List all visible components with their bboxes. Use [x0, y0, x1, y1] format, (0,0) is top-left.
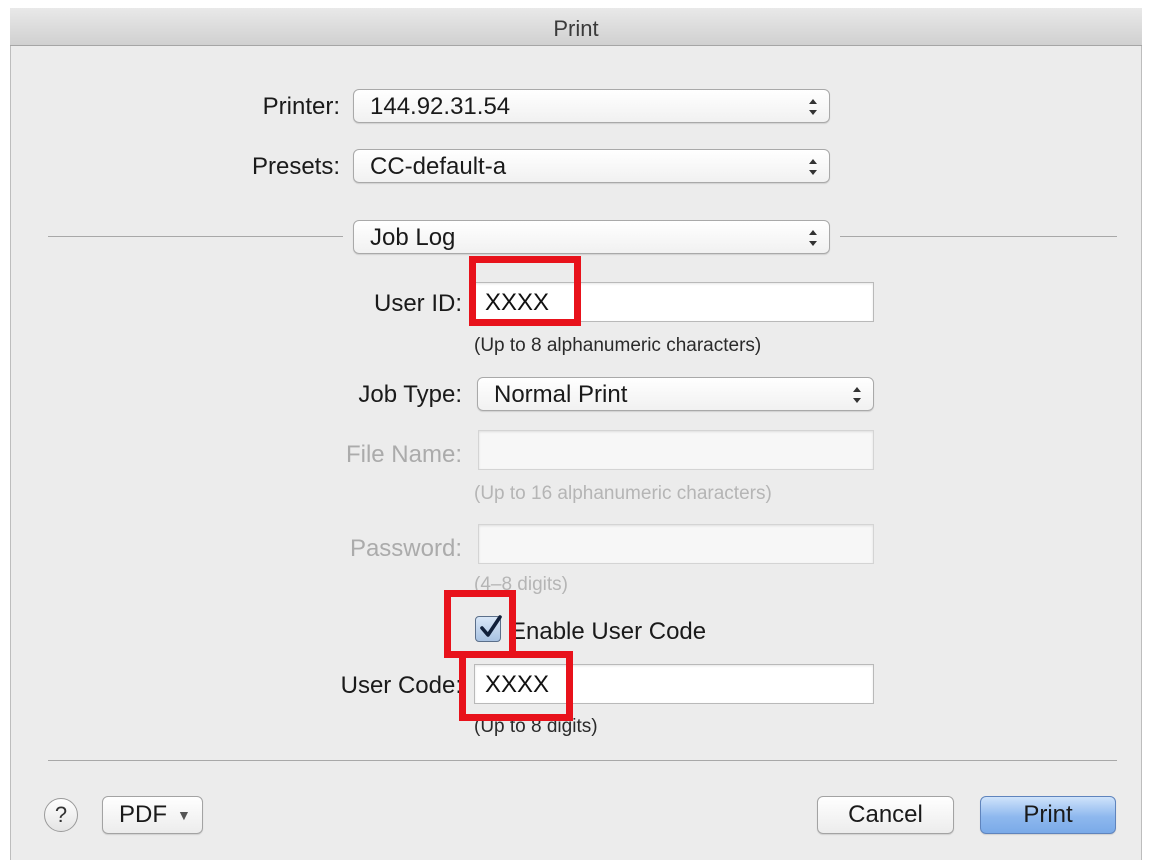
- job-type-label: Job Type:: [358, 381, 462, 408]
- file-name-hint: (Up to 16 alphanumeric characters): [474, 483, 772, 504]
- user-id-field[interactable]: XXXX: [474, 282, 874, 322]
- popup-arrows-icon: [809, 230, 817, 246]
- popup-arrows-icon: [809, 99, 817, 115]
- file-name-field[interactable]: [478, 430, 874, 470]
- user-code-label: User Code:: [340, 672, 462, 699]
- popup-arrows-icon: [809, 159, 817, 175]
- user-id-label: User ID:: [373, 290, 462, 317]
- print-button[interactable]: Print: [980, 796, 1116, 834]
- presets-label: Presets:: [251, 153, 340, 180]
- user-code-value: XXXX: [485, 671, 550, 698]
- password-field[interactable]: [478, 524, 874, 564]
- separator-left: [48, 236, 343, 237]
- chevron-down-icon: ▼: [177, 807, 191, 823]
- user-id-value: XXXX: [485, 289, 550, 316]
- separator-right: [840, 236, 1117, 237]
- help-button[interactable]: ?: [44, 798, 78, 832]
- presets-value: CC-default-a: [370, 153, 507, 180]
- panel-select-popup[interactable]: Job Log: [353, 220, 830, 254]
- password-hint: (4–8 digits): [474, 574, 568, 595]
- panel-select-value: Job Log: [370, 224, 456, 251]
- cancel-button[interactable]: Cancel: [817, 796, 954, 834]
- printer-popup[interactable]: 144.92.31.54: [353, 89, 830, 123]
- popup-arrows-icon: [853, 387, 861, 403]
- user-code-field[interactable]: XXXX: [474, 664, 874, 704]
- pdf-label: PDF: [119, 801, 167, 828]
- enable-user-code-label[interactable]: Enable User Code: [510, 618, 706, 646]
- window-title: Print: [553, 16, 599, 41]
- title-bar: Print: [10, 8, 1142, 46]
- file-name-label: File Name:: [345, 441, 462, 468]
- checkmark-icon: [480, 615, 502, 637]
- job-type-value: Normal Print: [494, 381, 628, 408]
- pdf-menu-button[interactable]: PDF ▼: [102, 796, 203, 834]
- presets-popup[interactable]: CC-default-a: [353, 149, 830, 183]
- printer-value: 144.92.31.54: [370, 93, 511, 120]
- user-id-hint: (Up to 8 alphanumeric characters): [474, 335, 762, 356]
- footer-separator: [48, 760, 1117, 761]
- printer-label: Printer:: [262, 93, 340, 120]
- password-label: Password:: [349, 535, 462, 562]
- job-type-popup[interactable]: Normal Print: [477, 377, 874, 411]
- enable-user-code-checkbox[interactable]: [475, 615, 502, 642]
- user-code-hint: (Up to 8 digits): [474, 716, 598, 737]
